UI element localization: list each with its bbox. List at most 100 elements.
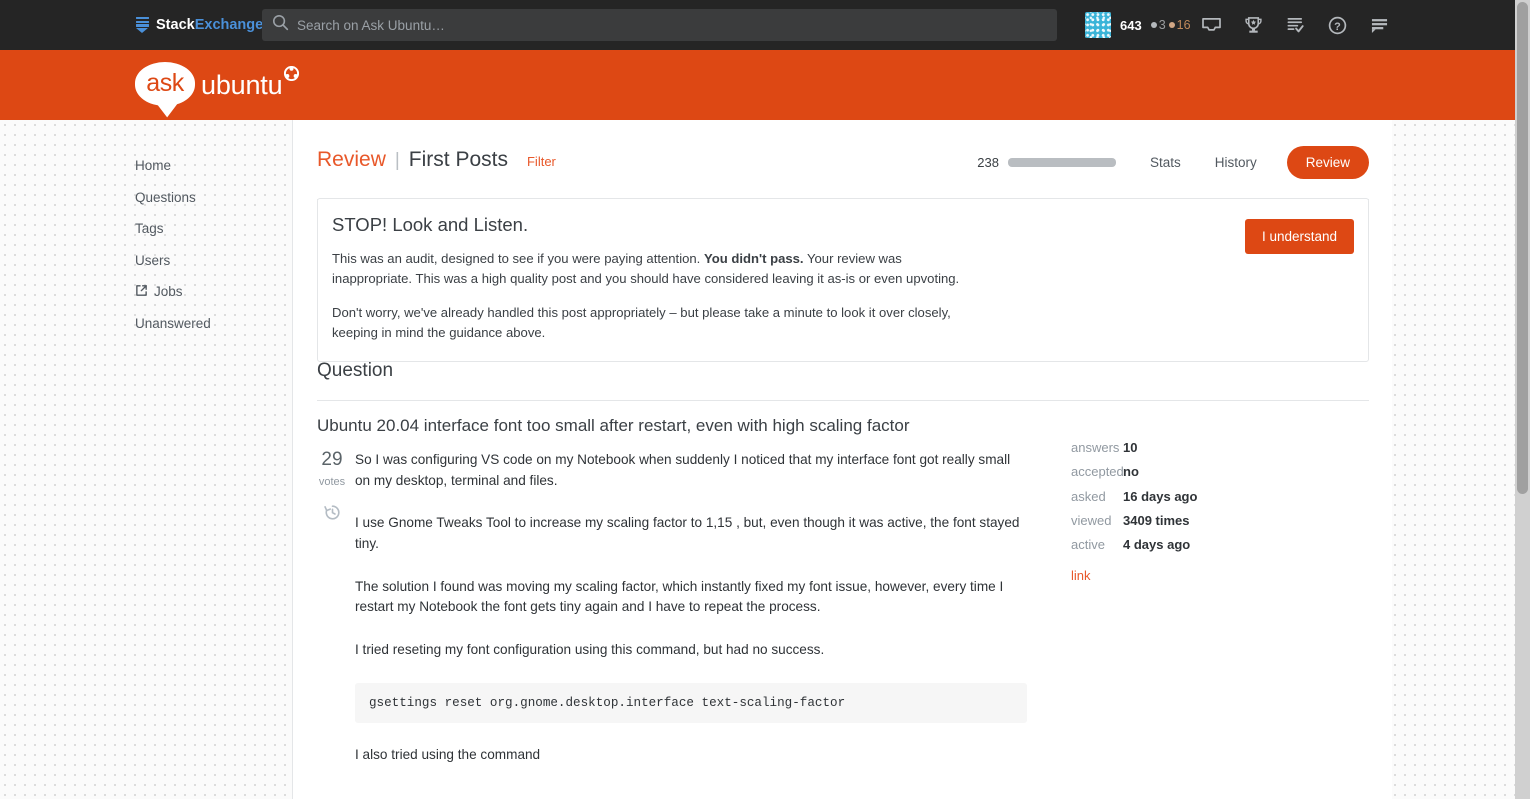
- filter-link[interactable]: Filter: [527, 154, 556, 169]
- sidebar-item-label: Home: [135, 158, 172, 174]
- stack-exchange-logo-icon: [135, 17, 149, 33]
- notice-heading: STOP! Look and Listen.: [332, 214, 529, 235]
- notice-paragraph-1: This was an audit, designed to see if yo…: [332, 249, 972, 290]
- ubuntu-circle-of-friends-icon: [284, 65, 300, 86]
- achievements-trophy-icon[interactable]: [1233, 0, 1275, 50]
- logo-word-ask: ask: [146, 68, 184, 97]
- section-divider: [317, 400, 1369, 401]
- stat-value: 10: [1123, 440, 1138, 455]
- sidebar-item-home[interactable]: Home: [135, 150, 285, 182]
- avatar[interactable]: [1085, 12, 1111, 38]
- notice-p1-bold: You didn't pass.: [703, 251, 804, 266]
- stat-row-accepted: accepted no: [1071, 464, 1321, 488]
- badge-counts: 3 16: [1150, 18, 1191, 32]
- review-header: Review | First Posts Filter 238 Stats Hi…: [317, 146, 1369, 200]
- stat-key: asked: [1071, 488, 1106, 504]
- stat-value: 16 days ago: [1123, 488, 1198, 504]
- post-paragraph: The solution I found was moving my scali…: [355, 578, 1004, 615]
- reputation-count[interactable]: 643: [1120, 18, 1142, 33]
- question-title[interactable]: Ubuntu 20.04 interface font too small af…: [317, 416, 910, 436]
- clock-history-icon[interactable]: [309, 503, 355, 527]
- stack-exchange-logo-text: StackExchange: [156, 17, 263, 33]
- vote-column: 29 votes: [309, 450, 355, 527]
- stat-key: accepted: [1071, 464, 1124, 480]
- stat-key: active: [1071, 537, 1105, 553]
- breadcrumb-separator: |: [394, 150, 400, 171]
- review-link[interactable]: Review: [317, 148, 386, 172]
- stat-value: 4 days ago: [1123, 537, 1191, 553]
- sidebar-item-label: Users: [135, 252, 171, 268]
- stat-key: answers: [1071, 440, 1120, 455]
- stack-exchange-logo[interactable]: StackExchange: [135, 17, 263, 33]
- review-header-actions: 238 Stats History Review: [977, 146, 1369, 179]
- page-title: First Posts: [408, 148, 508, 171]
- bronze-badge-icon: [1168, 22, 1175, 28]
- sidebar-item-label: Unanswered: [135, 315, 211, 331]
- review-queue-icon[interactable]: [1275, 0, 1317, 50]
- search-bar[interactable]: [262, 9, 1057, 41]
- ask-ubuntu-logo[interactable]: ask ubuntu: [135, 62, 300, 106]
- site-switcher-icon[interactable]: [1359, 0, 1401, 50]
- silver-badge-count[interactable]: 3: [1150, 18, 1166, 32]
- sidebar-item-questions[interactable]: Questions: [135, 182, 285, 214]
- inbox-icon[interactable]: [1191, 0, 1233, 50]
- content-column: Review | First Posts Filter 238 Stats Hi…: [292, 120, 1392, 799]
- review-progress-count: 238: [977, 155, 999, 170]
- sidebar-item-label: Questions: [135, 189, 196, 205]
- search-input[interactable]: [289, 17, 1057, 33]
- post-paragraph: I tried reseting my font configuration u…: [355, 641, 825, 657]
- stat-row-viewed: viewed 3409 times: [1071, 513, 1321, 537]
- stat-value: 3409 times: [1123, 512, 1190, 528]
- sidebar-item-unanswered[interactable]: Unanswered: [135, 308, 285, 340]
- code-block: gsettings reset org.gnome.desktop.interf…: [355, 682, 1027, 723]
- help-question-icon[interactable]: ?: [1317, 0, 1359, 50]
- logo-word-exchange: Exchange: [194, 17, 264, 33]
- sidebar-item-tags[interactable]: Tags: [135, 213, 285, 245]
- svg-text:?: ?: [1334, 20, 1341, 32]
- ask-bubble-icon: ask: [135, 62, 195, 106]
- notice-paragraph-2: Don't worry, we've already handled this …: [332, 304, 951, 340]
- search-icon: [272, 14, 289, 36]
- top-bar-user-area: 643 3 16 ?: [1085, 0, 1401, 50]
- review-progress-bar: [1007, 158, 1116, 167]
- history-link[interactable]: History: [1215, 155, 1257, 170]
- logo-word-stack: Stack: [156, 17, 195, 33]
- notice-p1-part1: This was an audit, designed to see if yo…: [332, 251, 704, 266]
- question-stats-panel: answers 10 accepted no asked 16 days ago…: [1071, 440, 1321, 583]
- site-header: ask ubuntu: [0, 50, 1515, 120]
- vote-label: votes: [318, 476, 346, 488]
- i-understand-button[interactable]: I understand: [1244, 219, 1354, 254]
- review-button[interactable]: Review: [1286, 146, 1369, 179]
- main-content-area: Home Questions Tags Users Jobs Unanswere…: [0, 120, 1515, 799]
- question-link[interactable]: link: [1071, 568, 1321, 583]
- post-paragraph: So I was configuring VS code on my Noteb…: [355, 452, 1011, 488]
- stat-row-answers: answers 10: [1071, 440, 1321, 464]
- question-section-heading: Question: [317, 360, 394, 381]
- post-paragraph: I use Gnome Tweaks Tool to increase my s…: [355, 515, 1020, 551]
- stat-key: viewed: [1071, 512, 1112, 528]
- browser-scrollbar-thumb[interactable]: [1517, 2, 1528, 494]
- vote-count: 29: [321, 449, 343, 470]
- question-body-wrapper: 29 votes So I was configuring VS code on…: [309, 450, 1049, 787]
- logo-word-ubuntu: ubuntu: [201, 69, 283, 100]
- sidebar-item-label: Tags: [135, 221, 164, 237]
- bronze-badge-number: 16: [1176, 18, 1191, 32]
- stat-value: no: [1123, 464, 1139, 480]
- browser-viewport: StackExchange 643 3 1: [0, 0, 1515, 799]
- sidebar-item-label: Jobs: [154, 284, 183, 300]
- left-sidebar-nav: Home Questions Tags Users Jobs Unanswere…: [135, 150, 285, 339]
- post-paragraph: I also tried using the command: [355, 746, 541, 762]
- browser-scrollbar[interactable]: [1515, 0, 1530, 799]
- stats-link[interactable]: Stats: [1150, 155, 1181, 170]
- silver-badge-icon: [1150, 22, 1157, 28]
- question-post-body: So I was configuring VS code on my Noteb…: [355, 450, 1027, 765]
- bronze-badge-count[interactable]: 16: [1168, 18, 1191, 32]
- sidebar-item-users[interactable]: Users: [135, 245, 285, 277]
- stat-row-asked: asked 16 days ago: [1071, 489, 1321, 513]
- stack-exchange-top-bar: StackExchange 643 3 1: [0, 0, 1515, 50]
- stat-row-active: active 4 days ago: [1071, 537, 1321, 561]
- external-link-icon: [135, 284, 148, 300]
- silver-badge-number: 3: [1158, 18, 1166, 32]
- sidebar-item-jobs[interactable]: Jobs: [135, 276, 285, 308]
- audit-notice: STOP! Look and Listen. This was an audit…: [317, 198, 1369, 363]
